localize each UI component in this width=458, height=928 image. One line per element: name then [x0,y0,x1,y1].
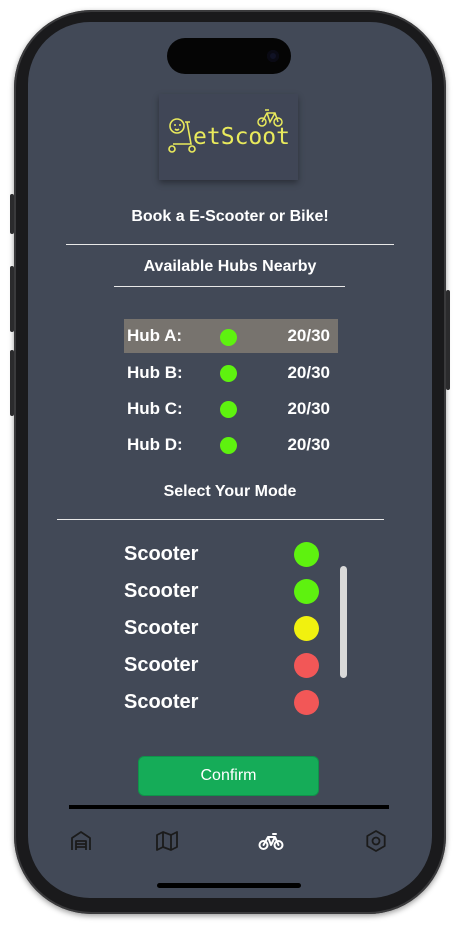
tab-map[interactable] [154,828,180,854]
mode-status-dot [294,616,319,641]
tagline: Book a E-Scooter or Bike! [131,208,329,225]
mode-item[interactable]: Scooter [124,614,322,644]
mode-label: Scooter [124,654,199,676]
app-screen: etScoot Book a E-Scooter or Bike! Availa… [28,22,432,898]
tab-settings[interactable] [363,828,389,854]
hub-status-dot [220,329,237,346]
mode-item[interactable]: Scooter [124,688,322,718]
tab-garage[interactable] [68,828,94,854]
divider [57,519,384,520]
hub-status-dot [220,401,237,418]
mode-item[interactable]: Scooter [124,651,322,681]
map-icon [156,831,178,851]
scooter-logo-icon [168,118,196,153]
mode-label: Scooter [124,617,199,639]
hub-name: Hub D: [127,435,183,454]
mode-label: Scooter [124,691,199,713]
dynamic-island [167,38,291,74]
hubs-title: Available Hubs Nearby [143,258,317,275]
divider [114,286,345,287]
mode-item[interactable]: Scooter [124,577,322,607]
hub-count: 20/30 [287,363,330,382]
hub-count: 20/30 [287,435,330,454]
hub-name: Hub B: [127,363,183,382]
hub-count: 20/30 [287,326,330,345]
volume-down-button [10,350,14,416]
mode-status-dot [294,653,319,678]
app-logo: etScoot [159,94,298,180]
mode-label: Scooter [124,543,199,565]
hub-row-c[interactable]: Hub C: 20/30 [124,392,338,426]
settings-icon [366,830,386,852]
garage-icon [71,831,91,850]
hub-name: Hub A: [127,326,183,345]
hub-count: 20/30 [287,399,330,418]
mode-label: Scooter [124,580,199,602]
hub-status-dot [220,365,237,382]
mode-status-dot [294,579,319,604]
confirm-button[interactable]: Confirm [138,756,319,796]
mode-status-dot [294,542,319,567]
camera-icon [267,50,279,62]
home-indicator [157,883,301,888]
hub-name: Hub C: [127,399,183,418]
bike-icon [258,833,284,850]
hub-row-b[interactable]: Hub B: 20/30 [124,356,338,390]
tab-bike[interactable] [258,828,284,854]
mode-item[interactable]: Scooter [124,540,322,570]
mode-status-dot [294,690,319,715]
tabbar-divider [69,805,389,809]
power-button [446,290,450,390]
bike-logo-icon [257,109,283,127]
hub-row-d[interactable]: Hub D: 20/30 [124,428,338,462]
divider [66,244,394,245]
modes-title: Select Your Mode [163,483,297,500]
side-button [10,194,14,234]
volume-up-button [10,266,14,332]
hub-row-a[interactable]: Hub A: 20/30 [124,319,338,353]
hub-status-dot [220,437,237,454]
mode-list-scrollbar[interactable] [340,566,347,678]
